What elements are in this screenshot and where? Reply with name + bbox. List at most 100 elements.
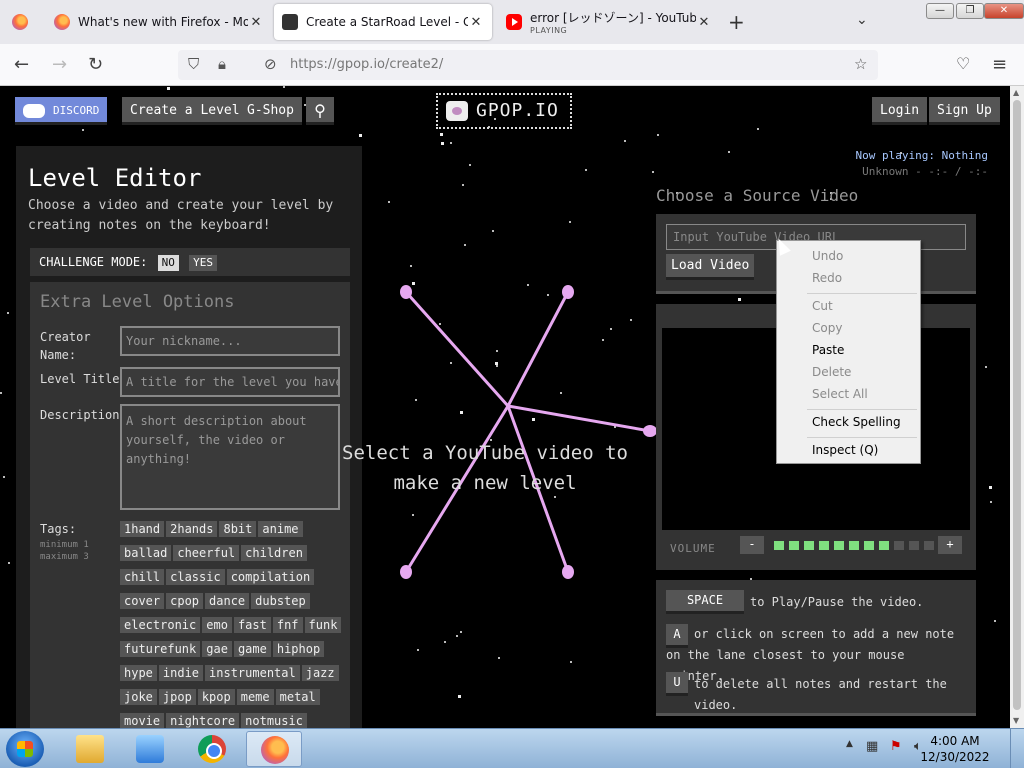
close-tab-icon[interactable]: ✕ (248, 15, 264, 30)
tab-firefox-whats-new[interactable]: What's new with Firefox - More ✕ (46, 4, 272, 40)
volume-up-button[interactable]: + (938, 536, 962, 554)
menu-item-inspect[interactable]: Inspect (Q) (812, 443, 878, 457)
new-tab-button[interactable]: + (728, 10, 745, 34)
gpop-logo[interactable]: GPOP.IO (436, 93, 572, 129)
tag-chip[interactable]: cpop (166, 593, 204, 609)
volume-step[interactable] (849, 541, 859, 550)
menu-hamburger-icon[interactable]: ≡ (992, 54, 1007, 75)
volume-step[interactable] (894, 541, 904, 550)
tag-chip[interactable]: cheerful (173, 545, 240, 561)
tag-chip[interactable]: emo (202, 617, 232, 633)
tag-chip[interactable]: gae (202, 641, 232, 657)
create-level-button[interactable]: Create a Level (122, 97, 248, 125)
tag-chip[interactable]: cover (120, 593, 165, 609)
network-icon[interactable]: ▦ (866, 739, 878, 754)
tag-chip[interactable]: meme (236, 689, 274, 705)
show-desktop-button[interactable] (1010, 729, 1024, 768)
list-tabs-chevron-icon[interactable]: ⌄ (856, 12, 868, 28)
signup-button[interactable]: Sign Up (929, 97, 1000, 125)
tag-chip[interactable]: classic (166, 569, 225, 585)
system-clock[interactable]: 4:00 AM 12/30/2022 (920, 733, 990, 765)
close-tab-icon[interactable]: ✕ (468, 15, 484, 30)
creator-name-input[interactable]: Your nickname... (120, 326, 340, 356)
tag-chip[interactable]: 1hand (120, 521, 165, 537)
search-button[interactable]: ⚲ (306, 97, 334, 125)
volume-step[interactable] (804, 541, 814, 550)
taskbar-chrome[interactable] (184, 731, 240, 767)
tag-chip[interactable]: nightcore (166, 713, 240, 728)
restore-window-button[interactable]: ❐ (956, 3, 984, 19)
minimize-window-button[interactable]: — (926, 3, 954, 19)
close-window-button[interactable]: ✕ (984, 3, 1024, 19)
menu-item-select-all[interactable]: Select All (812, 387, 868, 401)
menu-item-paste[interactable]: Paste (812, 343, 844, 357)
bookmark-star-icon[interactable]: ☆ (854, 55, 867, 73)
volume-step[interactable] (924, 541, 934, 550)
volume-step[interactable] (864, 541, 874, 550)
firefox-view-icon[interactable] (12, 14, 28, 30)
volume-down-button[interactable]: - (740, 536, 764, 554)
menu-item-check-spelling[interactable]: Check Spelling (812, 415, 901, 429)
volume-step[interactable] (774, 541, 784, 550)
tag-chip[interactable]: game (233, 641, 271, 657)
tag-chip[interactable]: 8bit (219, 521, 257, 537)
tag-chip[interactable]: instrumental (205, 665, 300, 681)
challenge-no-button[interactable]: NO (157, 255, 179, 271)
page-scrollbar[interactable]: ▲ ▼ (1010, 86, 1024, 728)
autoplay-blocked-icon[interactable]: ⊘ (264, 55, 277, 73)
tag-chip[interactable]: funk (304, 617, 342, 633)
tag-chip[interactable]: compilation (226, 569, 315, 585)
tag-chip[interactable]: movie (120, 713, 165, 728)
menu-item-undo[interactable]: Undo (812, 249, 843, 263)
pocket-icon[interactable]: ♡ (956, 54, 970, 73)
forward-arrow-icon[interactable]: → (52, 54, 67, 75)
tag-chip[interactable]: hype (120, 665, 157, 681)
volume-step[interactable] (909, 541, 919, 550)
taskbar-explorer[interactable] (62, 731, 118, 767)
reload-icon[interactable]: ↻ (88, 54, 103, 75)
tag-chip[interactable]: indie (158, 665, 204, 681)
volume-step[interactable] (819, 541, 829, 550)
login-button[interactable]: Login (872, 97, 928, 125)
volume-step[interactable] (789, 541, 799, 550)
menu-item-copy[interactable]: Copy (812, 321, 842, 335)
tag-chip[interactable]: notmusic (241, 713, 307, 728)
start-button[interactable] (6, 731, 44, 767)
tag-chip[interactable]: chill (120, 569, 165, 585)
tag-chip[interactable]: dance (205, 593, 250, 609)
tag-chip[interactable]: electronic (120, 617, 201, 633)
volume-step[interactable] (834, 541, 844, 550)
lock-icon[interactable]: 🔒︎ (218, 55, 226, 73)
scrollbar-thumb[interactable] (1013, 100, 1021, 710)
tag-chip[interactable]: fast (233, 617, 271, 633)
back-arrow-icon[interactable]: ← (14, 54, 29, 75)
scroll-up-arrow-icon[interactable]: ▲ (1013, 88, 1019, 97)
tag-chip[interactable]: children (241, 545, 307, 561)
tag-chip[interactable]: dubstep (251, 593, 310, 609)
load-video-button[interactable]: Load Video (666, 254, 755, 280)
tag-chip[interactable]: jazz (301, 665, 339, 681)
address-bar[interactable]: ⛉ 🔒︎ ⊘ https://gpop.io/create2/ ☆ (178, 50, 878, 80)
gshop-button[interactable]: G-Shop (239, 97, 302, 125)
close-tab-icon[interactable]: ✕ (696, 15, 712, 30)
tag-chip[interactable]: futurefunk (120, 641, 201, 657)
scroll-down-arrow-icon[interactable]: ▼ (1013, 716, 1019, 725)
tag-chip[interactable]: hiphop (272, 641, 325, 657)
menu-item-redo[interactable]: Redo (812, 271, 842, 285)
show-hidden-icons-icon[interactable]: ▲ (846, 739, 853, 749)
tab-youtube[interactable]: error [レッドゾーン] - YouTube PLAYING ✕ (498, 4, 720, 40)
tag-chip[interactable]: kpop (197, 689, 235, 705)
menu-item-cut[interactable]: Cut (812, 299, 833, 313)
menu-item-delete[interactable]: Delete (812, 365, 851, 379)
tag-chip[interactable]: 2hands (166, 521, 218, 537)
challenge-yes-button[interactable]: YES (189, 255, 217, 271)
tag-chip[interactable]: anime (258, 521, 303, 537)
action-center-flag-icon[interactable]: ⚑ (890, 739, 902, 754)
shield-icon[interactable]: ⛉ (188, 55, 199, 73)
tag-chip[interactable]: metal (275, 689, 320, 705)
discord-button[interactable]: DISCORD (15, 97, 108, 125)
level-title-input[interactable]: A title for the level you have cr (120, 367, 340, 397)
url-text[interactable]: https://gpop.io/create2/ (290, 57, 443, 72)
volume-step[interactable] (879, 541, 889, 550)
tag-chip[interactable]: ballad (120, 545, 172, 561)
